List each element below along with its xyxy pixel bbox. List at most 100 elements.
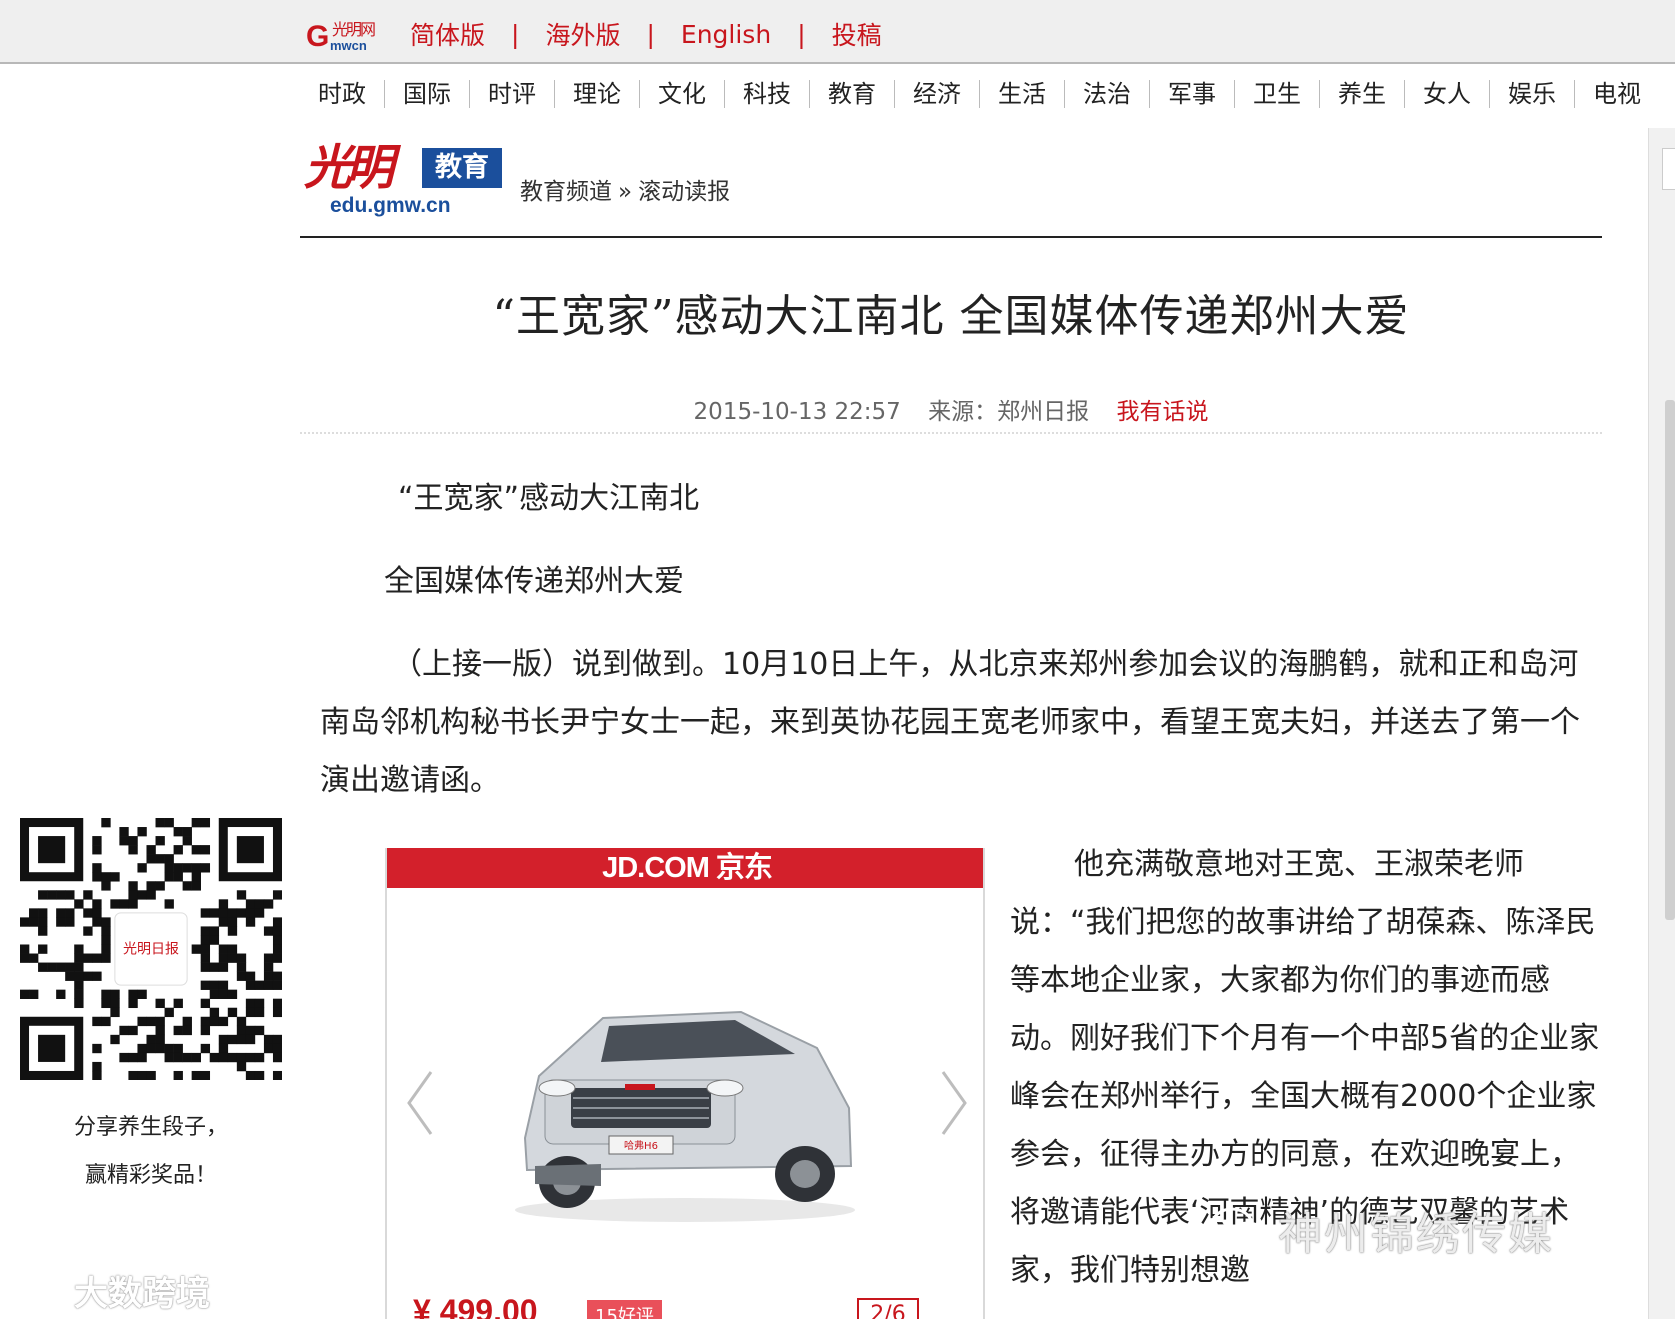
nav-item-economy[interactable]: 经济 [895,80,980,108]
chevron-left-icon[interactable] [405,1068,435,1138]
qr-module [128,836,138,846]
nav-item-politics[interactable]: 时政 [300,80,385,108]
qr-module [254,1052,265,1063]
qr-module [200,1016,211,1027]
qr-module [218,962,229,972]
qr-module [110,872,120,882]
qr-module [146,1034,156,1045]
top-separator: | [511,19,520,49]
scrollbar-thumb[interactable] [1665,400,1675,920]
qr-module [272,917,282,927]
qr-module [65,908,75,918]
qr-module [92,917,102,927]
qr-module [155,854,165,864]
side-tab[interactable] [1662,148,1675,190]
qr-module [92,845,102,855]
qr-module [272,935,282,945]
qr-module [272,971,282,981]
qr-module [92,836,102,846]
qr-module [191,863,201,873]
jd-ad-carousel[interactable]: JD.COM 京东 哈弗H6 ¥ 499.00 15好评 2/6 [385,848,985,1319]
breadcrumb-rolling-news[interactable]: 滚动读报 [638,179,730,205]
link-submit[interactable]: 投稿 [832,16,882,52]
qr-module [200,998,211,1009]
qr-module [272,926,282,936]
qr-module [74,998,84,1009]
qr-module [173,1025,183,1036]
qr-module [146,881,156,891]
qr-module [254,980,265,990]
qr-module [146,854,156,864]
qr-module [119,1052,129,1063]
nav-item-culture[interactable]: 文化 [640,80,725,108]
qr-module [263,980,274,990]
nav-item-health[interactable]: 卫生 [1235,80,1320,108]
nav-item-law[interactable]: 法治 [1065,80,1150,108]
qr-module [236,1025,247,1036]
top-separator: | [646,19,655,49]
article-paragraph-1: （上接一版）说到做到。10月10日上午，从北京来郑州参加会议的海鹏鹤，就和正和岛… [320,647,1580,798]
article-meta: 2015-10-13 22:57 来源：郑州日报 我有话说 [300,392,1602,426]
qr-module [263,953,274,963]
qr-module [272,1034,282,1045]
qr-module [236,1016,247,1027]
qr-module [200,863,211,873]
qr-module [218,980,229,990]
qr-module [155,1043,165,1054]
qr-module [173,872,183,882]
qr-module [119,827,129,837]
ad-review-badge: 15好评 [587,1300,662,1319]
ad-price: ¥ 499.00 [413,1293,538,1319]
article-datetime: 2015-10-13 22:57 [693,399,901,425]
qr-module [245,1070,256,1080]
gmw-logo[interactable]: G 光明网 mwcn [306,14,392,54]
qr-module [227,944,238,954]
qr-module [155,836,165,846]
qr-module [218,1043,229,1054]
nav-item-wellness[interactable]: 养生 [1320,80,1405,108]
qr-module [128,1052,138,1063]
edu-channel-logo[interactable]: 光明 教育 edu.gmw.cn [304,128,504,223]
qr-module [236,1061,247,1072]
qr-module [65,962,75,972]
qr-module [155,881,165,891]
chevron-right-icon[interactable] [939,1068,969,1138]
qr-module [83,953,93,963]
nav-item-women[interactable]: 女人 [1405,80,1490,108]
qr-module [146,890,156,900]
nav-item-tv[interactable]: 电视 [1575,80,1659,108]
nav-item-commentary[interactable]: 时评 [470,80,555,108]
jd-ad-brand: JD.COM 京东 [387,848,983,888]
qr-module [236,1034,247,1045]
nav-item-international[interactable]: 国际 [385,80,470,108]
nav-item-entertainment[interactable]: 娱乐 [1490,80,1575,108]
qr-module [191,881,201,891]
car-product-image[interactable]: 哈弗H6 [505,988,865,1228]
nav-item-education[interactable]: 教育 [810,80,895,108]
qr-module [20,917,30,927]
qr-module [110,1007,120,1018]
qr-module [137,1070,147,1080]
link-english[interactable]: English [681,20,771,49]
link-overseas[interactable]: 海外版 [545,16,620,52]
qr-module [245,1052,256,1063]
link-simplified[interactable]: 简体版 [410,16,485,52]
qr-module [137,827,147,837]
breadcrumb-education-channel[interactable]: 教育频道 [520,179,612,205]
qr-module [263,899,274,909]
qr-module [146,1043,156,1054]
qr-module [155,998,165,1009]
qr-module [254,1070,265,1080]
qr-module [137,989,147,999]
nav-item-theory[interactable]: 理论 [555,80,640,108]
qr-module [272,1007,282,1018]
qr-module [245,998,256,1009]
comment-link[interactable]: 我有话说 [1116,399,1208,425]
edu-logo-domain: edu.gmw.cn [330,194,451,217]
nav-item-technology[interactable]: 科技 [725,80,810,108]
nav-item-life[interactable]: 生活 [980,80,1065,108]
nav-item-military[interactable]: 军事 [1150,80,1235,108]
qr-module [173,827,183,837]
qr-module [263,926,274,936]
qr-module [110,998,120,1009]
